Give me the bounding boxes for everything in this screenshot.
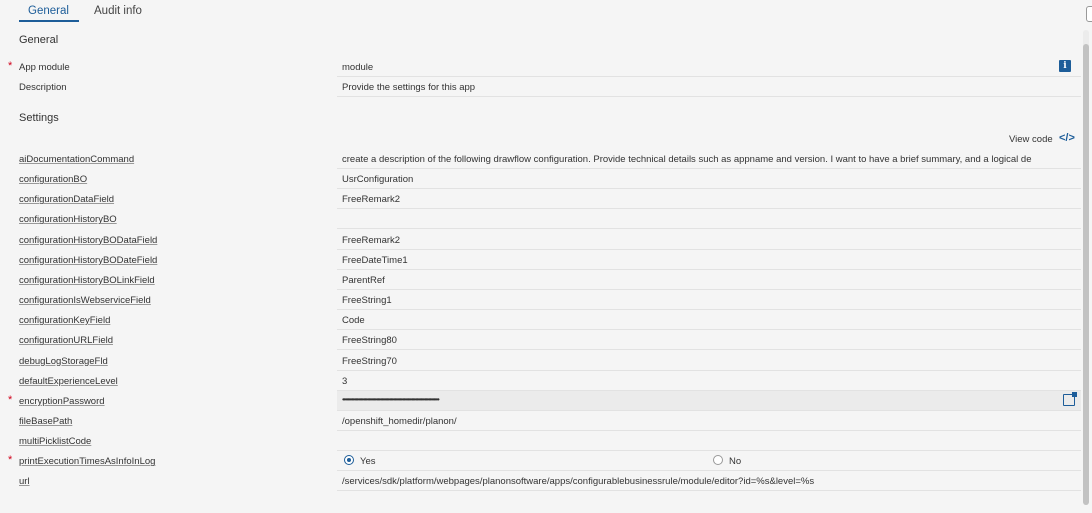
- field-label: defaultExperienceLevel: [19, 375, 118, 387]
- fileBasePath-field[interactable]: /openshift_homedir/planon/: [342, 416, 1081, 427]
- field-label: configurationHistoryBODateField: [19, 254, 158, 266]
- radio-label-yes: Yes: [360, 456, 376, 468]
- radio-yes[interactable]: [344, 455, 354, 466]
- tab-general[interactable]: General: [28, 5, 69, 17]
- side-panel-handle[interactable]: [1086, 6, 1092, 22]
- field-row-configurationHistoryBODataField: configurationHistoryBODataField FreeRemar…: [0, 230, 1081, 250]
- view-code-link[interactable]: View code: [1009, 134, 1053, 145]
- field-label: Description: [19, 82, 67, 93]
- field-row-printExecutionTimesAsInfoInLog: * printExecutionTimesAsInfoInLog Yes No: [0, 451, 1081, 472]
- field-label: App module: [19, 62, 70, 73]
- field-label: configurationHistoryBOLinkField: [19, 274, 155, 286]
- field-row-debugLogStorageFld: debugLogStorageFld FreeString70: [0, 351, 1081, 371]
- debugLogStorageFld-field[interactable]: FreeString70: [342, 356, 1081, 367]
- field-row-configurationKeyField: configurationKeyField Code: [0, 310, 1081, 331]
- field-row-configurationURLField: configurationURLField FreeString80: [0, 330, 1081, 351]
- field-label: configurationBO: [19, 174, 88, 186]
- settings-section-title: Settings: [19, 112, 59, 124]
- tab-audit-info[interactable]: Audit info: [94, 5, 142, 17]
- configurationIsWebserviceField-field[interactable]: FreeString1: [342, 295, 1081, 306]
- configurationKeyField-field[interactable]: Code: [342, 315, 1081, 326]
- radio-no[interactable]: [713, 455, 723, 466]
- general-section-title: General: [19, 34, 59, 46]
- scrollbar-thumb[interactable]: [1083, 44, 1089, 505]
- aiDocumentationCommand-field[interactable]: create a description of the following dr…: [342, 154, 1081, 165]
- app-module-field[interactable]: module: [342, 62, 1081, 73]
- field-row-encryptionPassword: * encryptionPassword •••••••••••••••••••••…: [0, 390, 1081, 411]
- defaultExperienceLevel-field[interactable]: 3: [342, 376, 1081, 387]
- field-row-url: url/services/sdk/platform/webpages/plano…: [0, 471, 1081, 492]
- required-marker: *: [8, 60, 13, 72]
- external-window-icon[interactable]: [1063, 391, 1077, 406]
- field-label: configurationKeyField: [19, 315, 111, 327]
- configurationURLField-field[interactable]: FreeString80: [342, 335, 1081, 346]
- configurationHistoryBODateField-field[interactable]: FreeDateTime1: [342, 255, 1081, 266]
- configurationBO-field[interactable]: UsrConfiguration: [342, 174, 1081, 185]
- field-label: debugLogStorageFld: [19, 355, 108, 367]
- field-row-description: Description Provide the settings for thi…: [0, 77, 1081, 97]
- field-label: encryptionPassword: [19, 395, 105, 407]
- radio-label-no: No: [729, 456, 742, 468]
- configurationDataField-field[interactable]: FreeRemark2: [342, 194, 1081, 205]
- field-row-app-module: * App module module i: [0, 57, 1081, 77]
- required-marker: *: [8, 454, 13, 467]
- field-row-aiDocumentationCommand: aiDocumentationCommand create a descripti…: [0, 149, 1081, 169]
- code-icon[interactable]: </>: [1059, 132, 1075, 144]
- field-row-fileBasePath: fileBasePath/openshift_homedir/planon/: [0, 411, 1081, 431]
- field-label: fileBasePath: [19, 415, 73, 427]
- field-row-configurationDataField: configurationDataField FreeRemark2: [0, 189, 1081, 210]
- field-row-defaultExperienceLevel: defaultExperienceLevel 3: [0, 371, 1081, 391]
- required-marker: *: [8, 393, 13, 406]
- field-label: aiDocumentationCommand: [19, 154, 135, 165]
- field-row-multiPicklistCode: multiPicklistCode: [0, 431, 1081, 452]
- field-label: configurationURLField: [19, 335, 113, 347]
- field-label: configurationHistoryBO: [19, 214, 117, 226]
- field-label: multiPicklistCode: [19, 436, 92, 448]
- active-tab-indicator: [19, 20, 79, 22]
- field-row-configurationBO: configurationBO UsrConfiguration: [0, 169, 1081, 190]
- field-label: configurationDataField: [19, 194, 115, 206]
- field-row-configurationHistoryBO: configurationHistoryBO: [0, 209, 1081, 230]
- field-row-configurationHistoryBOLinkField: configurationHistoryBOLinkField ParentRef: [0, 270, 1081, 290]
- field-label: configurationIsWebserviceField: [19, 295, 151, 306]
- field-row-configurationIsWebserviceField: configurationIsWebserviceField FreeString…: [0, 290, 1081, 310]
- field-label: configurationHistoryBODataField: [19, 234, 158, 246]
- info-icon[interactable]: i: [1059, 60, 1071, 72]
- field-label: url: [19, 476, 30, 488]
- description-field[interactable]: Provide the settings for this app: [342, 82, 1081, 93]
- url-field[interactable]: /services/sdk/platform/webpages/planonso…: [342, 476, 1081, 487]
- configurationHistoryBODataField-field[interactable]: FreeRemark2: [342, 235, 1081, 246]
- field-row-configurationHistoryBODateField: configurationHistoryBODateField FreeDateT…: [0, 250, 1081, 270]
- field-label: printExecutionTimesAsInfoInLog: [19, 456, 156, 468]
- configurationHistoryBOLinkField-field[interactable]: ParentRef: [342, 275, 1081, 286]
- encryptionPassword-field[interactable]: ••••••••••••••••••••••••••••••••••••••••…: [342, 395, 603, 404]
- row-divider: [337, 490, 1081, 492]
